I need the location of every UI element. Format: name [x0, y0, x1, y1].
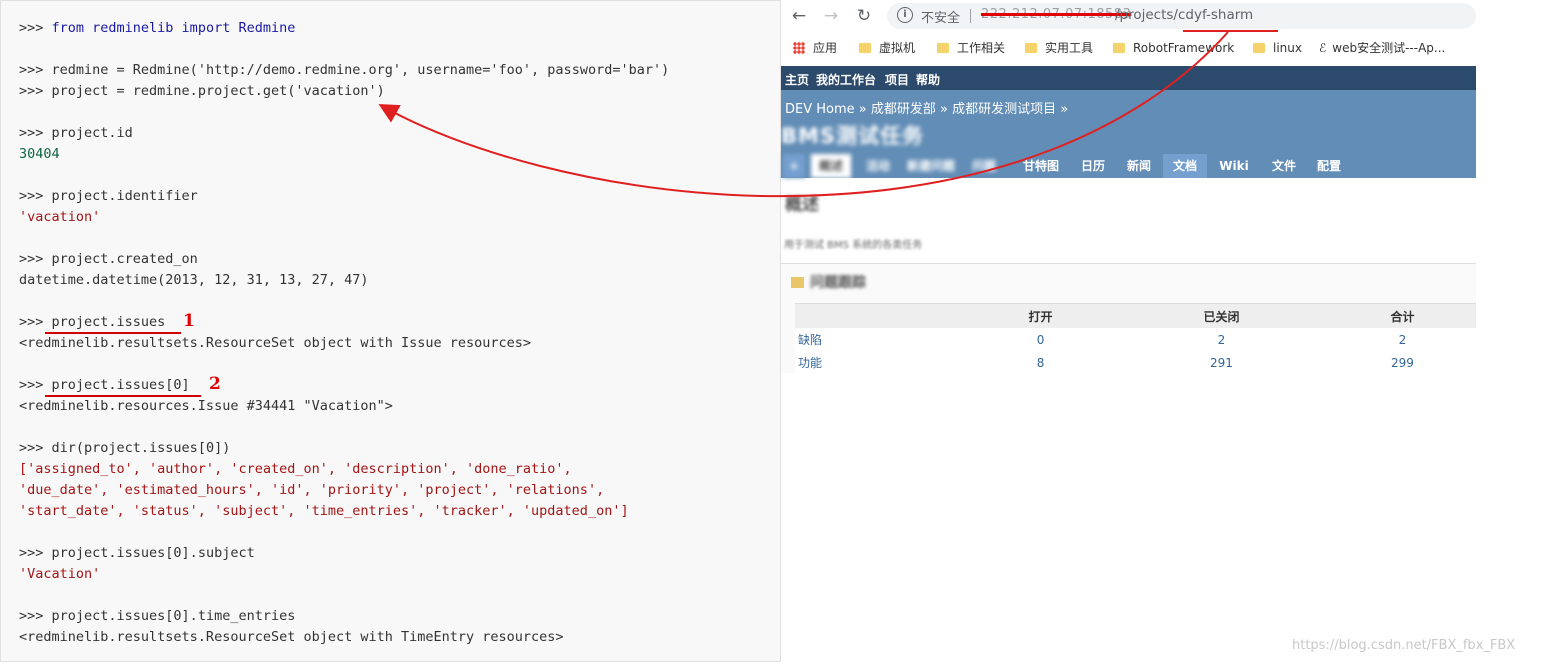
- arrow-path: [378, 31, 1229, 198]
- watermark: https://blog.csdn.net/FBX_fbx_FBX: [1292, 638, 1516, 653]
- annotation-arrow: [378, 30, 1278, 198]
